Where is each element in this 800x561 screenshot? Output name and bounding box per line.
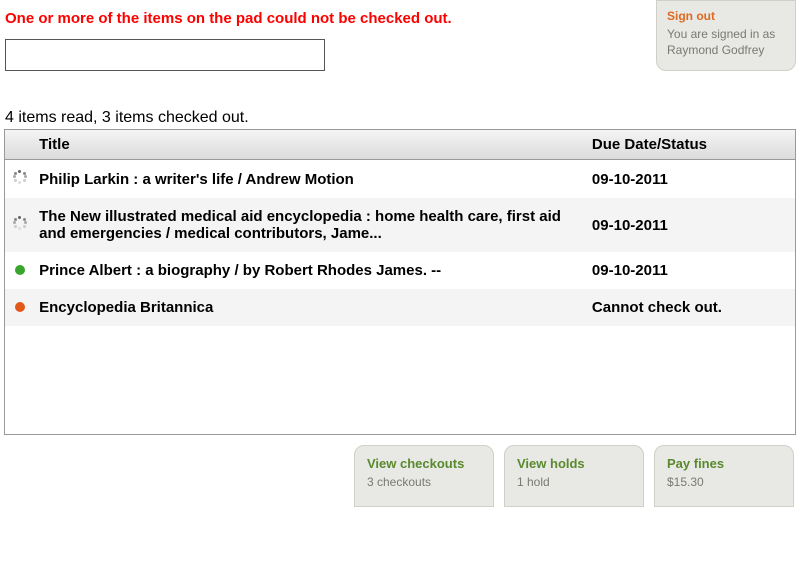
pay-fines-button[interactable]: Pay fines $15.30 (654, 445, 794, 507)
error-dot-icon (15, 302, 25, 312)
table-empty-space (5, 326, 795, 434)
item-title: Encyclopedia Britannica (31, 289, 584, 326)
barcode-input[interactable] (5, 39, 325, 71)
col-title: Title (31, 130, 584, 160)
table-row: Encyclopedia Britannica Cannot check out… (5, 289, 795, 326)
button-title: View checkouts (367, 456, 481, 471)
item-title: Philip Larkin : a writer's life / Andrew… (31, 160, 584, 199)
loading-icon (13, 170, 27, 184)
item-due: 09-10-2011 (584, 198, 795, 252)
view-checkouts-button[interactable]: View checkouts 3 checkouts (354, 445, 494, 507)
items-table: Title Due Date/Status Philip Larkin : a … (4, 129, 796, 435)
button-subtitle: 1 hold (517, 475, 631, 489)
summary-text: 4 items read, 3 items checked out. (5, 109, 795, 127)
sign-out-link[interactable]: Sign out (667, 9, 785, 23)
col-status (5, 130, 31, 160)
table-row: Philip Larkin : a writer's life / Andrew… (5, 160, 795, 199)
table-row: The New illustrated medical aid encyclop… (5, 198, 795, 252)
signed-in-as: You are signed in as Raymond Godfrey (667, 27, 785, 58)
item-title: Prince Albert : a biography / by Robert … (31, 252, 584, 289)
col-due: Due Date/Status (584, 130, 795, 160)
sign-out-panel: Sign out You are signed in as Raymond Go… (656, 0, 796, 71)
button-title: View holds (517, 456, 631, 471)
ok-dot-icon (15, 265, 25, 275)
button-subtitle: $15.30 (667, 475, 781, 489)
item-due: 09-10-2011 (584, 160, 795, 199)
table-row: Prince Albert : a biography / by Robert … (5, 252, 795, 289)
item-title: The New illustrated medical aid encyclop… (31, 198, 584, 252)
item-due: 09-10-2011 (584, 252, 795, 289)
view-holds-button[interactable]: View holds 1 hold (504, 445, 644, 507)
bottom-button-bar: View checkouts 3 checkouts View holds 1 … (0, 445, 794, 507)
button-title: Pay fines (667, 456, 781, 471)
loading-icon (13, 216, 27, 230)
item-due: Cannot check out. (584, 289, 795, 326)
button-subtitle: 3 checkouts (367, 475, 481, 489)
